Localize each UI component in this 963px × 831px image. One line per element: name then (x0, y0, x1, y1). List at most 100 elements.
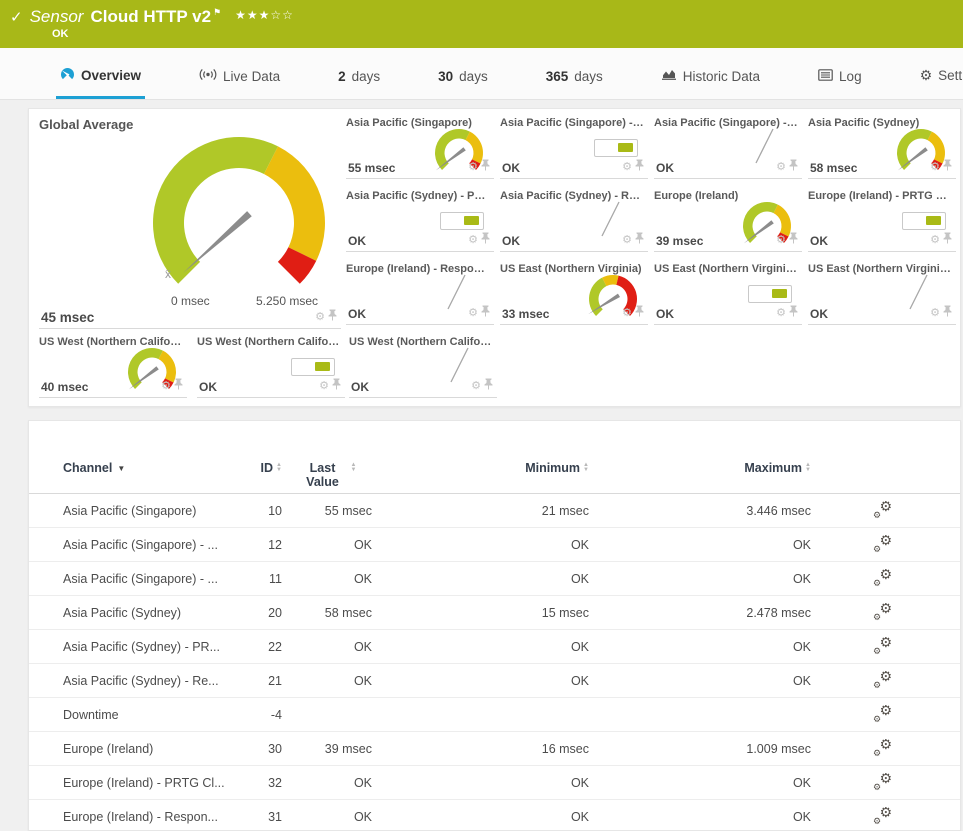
gauge-icon (60, 67, 75, 84)
column-header-minimum[interactable]: Minimum ▲ ▼ (372, 461, 589, 493)
pin-icon[interactable] (635, 231, 644, 249)
cell-actions[interactable]: ⚙ (471, 377, 493, 395)
channel-settings-gears-icon[interactable]: ⚙ ⚙ (873, 807, 893, 826)
table-row: Asia Pacific (Singapore) - ... 12 OK OK OK ⚙ ⚙ (29, 528, 960, 562)
channel-mini-value: OK (656, 161, 674, 175)
pin-icon[interactable] (481, 304, 490, 322)
tab-historic-data[interactable]: Historic Data (657, 68, 764, 99)
channel-mini-cell: Asia Pacific (Sydney) - Respo... OK ⚙ (500, 190, 648, 252)
cell-actions[interactable]: ⚙ (468, 158, 490, 176)
tab-live-data[interactable]: Live Data (195, 68, 284, 99)
pin-icon[interactable] (484, 377, 493, 395)
gear-icon[interactable]: ⚙ (930, 161, 940, 173)
table-header-row: Channel ▼ ID ▲ ▼ Last Value ▲ ▼ Minimum ▲ ▼ Maximum… (29, 421, 960, 494)
cell-actions[interactable]: ⚙ (776, 158, 798, 176)
cell-actions[interactable]: ⚙ (468, 231, 490, 249)
cell-actions[interactable]: ⚙ (315, 308, 337, 326)
cell-actions[interactable]: ⚙ (776, 231, 798, 249)
needle-indicator (904, 271, 932, 311)
gear-icon[interactable]: ⚙ (776, 307, 786, 319)
overview-gauges-panel: Global Average 0 msec 5.250 msec x̄ 45 msec ⚙… (28, 108, 961, 407)
pin-icon[interactable] (943, 158, 952, 176)
priority-stars[interactable]: ★★★☆☆ (235, 8, 294, 22)
cell-actions[interactable]: ⚙ (930, 158, 952, 176)
gear-icon[interactable]: ⚙ (468, 307, 478, 319)
channel-settings-gears-icon[interactable]: ⚙ ⚙ (873, 705, 893, 724)
cell-last-value: OK (353, 673, 372, 688)
gear-icon[interactable]: ⚙ (930, 234, 940, 246)
channel-settings-gears-icon[interactable]: ⚙ ⚙ (873, 773, 893, 792)
tab-log[interactable]: Log (814, 69, 866, 99)
pin-icon[interactable] (174, 377, 183, 395)
tab-settings[interactable]: ⚙ Settings (916, 67, 963, 99)
cell-channel: Downtime (63, 707, 119, 722)
tab-2-days[interactable]: 2 days (334, 69, 384, 99)
gear-icon[interactable]: ⚙ (776, 234, 786, 246)
column-header-last-value[interactable]: Last Value ▲ ▼ (282, 461, 372, 493)
pin-icon[interactable] (481, 158, 490, 176)
cell-last-value: OK (353, 639, 372, 654)
cell-maximum: OK (792, 673, 811, 688)
gear-icon[interactable]: ⚙ (468, 161, 478, 173)
cell-actions[interactable]: ⚙ (468, 304, 490, 322)
gear-icon[interactable]: ⚙ (161, 380, 171, 392)
channel-settings-gears-icon[interactable]: ⚙ ⚙ (873, 603, 893, 622)
cell-minimum: OK (570, 673, 589, 688)
cell-actions: ⚙ ⚙ (811, 603, 960, 623)
cell-last-value: 39 msec (324, 741, 372, 756)
cell-actions: ⚙ ⚙ (811, 569, 960, 589)
channel-mini-value: OK (810, 307, 828, 321)
gear-icon[interactable]: ⚙ (468, 234, 478, 246)
channel-settings-gears-icon[interactable]: ⚙ ⚙ (873, 739, 893, 758)
gear-icon[interactable]: ⚙ (776, 161, 786, 173)
channel-settings-gears-icon[interactable]: ⚙ ⚙ (873, 637, 893, 656)
gear-icon[interactable]: ⚙ (930, 307, 940, 319)
pin-icon[interactable] (789, 158, 798, 176)
cell-id: 30 (268, 741, 282, 756)
cell-actions[interactable]: ⚙ (776, 304, 798, 322)
column-header-id[interactable]: ID ▲ ▼ (233, 461, 282, 493)
pin-icon[interactable] (635, 158, 644, 176)
column-header-channel[interactable]: Channel ▼ (63, 461, 233, 493)
status-check-icon: ✓ (10, 9, 23, 26)
pin-icon[interactable] (481, 231, 490, 249)
cell-actions[interactable]: ⚙ (930, 231, 952, 249)
table-row: Asia Pacific (Singapore) 10 55 msec 21 msec… (29, 494, 960, 528)
ok-toggle-indicator (748, 285, 792, 303)
channel-settings-gears-icon[interactable]: ⚙ ⚙ (873, 671, 893, 690)
channel-mini-title: US East (Northern Virginia) - ... (808, 263, 956, 275)
cell-actions[interactable]: ⚙ (319, 377, 341, 395)
pin-icon[interactable] (635, 304, 644, 322)
column-header-maximum[interactable]: Maximum ▲ ▼ (589, 461, 811, 493)
cell-actions[interactable]: ⚙ (930, 304, 952, 322)
cell-actions[interactable]: ⚙ (622, 304, 644, 322)
page-title: Cloud HTTP v2 ⚑ (90, 7, 221, 27)
pin-icon[interactable] (789, 304, 798, 322)
tab-365-days[interactable]: 365 days (542, 69, 607, 99)
tab-30-days[interactable]: 30 days (434, 69, 492, 99)
gear-icon[interactable]: ⚙ (622, 161, 632, 173)
pin-icon[interactable] (789, 231, 798, 249)
pin-icon[interactable] (328, 308, 337, 326)
channel-settings-gears-icon[interactable]: ⚙ ⚙ (873, 501, 893, 520)
gear-icon[interactable]: ⚙ (471, 380, 481, 392)
pin-icon[interactable] (943, 304, 952, 322)
gear-icon[interactable]: ⚙ (319, 380, 329, 392)
cell-actions[interactable]: ⚙ (161, 377, 183, 395)
channel-table-panel: Channel ▼ ID ▲ ▼ Last Value ▲ ▼ Minimum ▲ ▼ Maximum… (28, 420, 961, 831)
gear-icon[interactable]: ⚙ (622, 307, 632, 319)
channel-settings-gears-icon[interactable]: ⚙ ⚙ (873, 535, 893, 554)
cell-actions: ⚙ ⚙ (811, 739, 960, 759)
channel-settings-gears-icon[interactable]: ⚙ ⚙ (873, 569, 893, 588)
mean-marker: x̄ (165, 267, 171, 281)
cell-maximum: OK (792, 571, 811, 586)
channel-mini-value: OK (348, 307, 366, 321)
tab-overview[interactable]: Overview (56, 67, 146, 99)
gear-icon[interactable]: ⚙ (622, 234, 632, 246)
pin-icon[interactable] (332, 377, 341, 395)
cell-last-value: OK (353, 571, 372, 586)
gear-icon[interactable]: ⚙ (315, 311, 325, 323)
pin-icon[interactable] (943, 231, 952, 249)
cell-actions[interactable]: ⚙ (622, 158, 644, 176)
cell-actions[interactable]: ⚙ (622, 231, 644, 249)
